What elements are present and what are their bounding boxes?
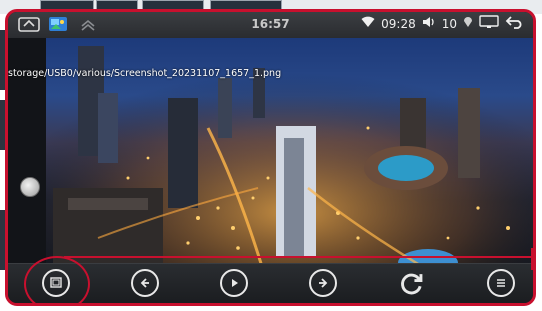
file-path-label: storage/USB0/various/Screenshot_20231107… bbox=[8, 68, 282, 79]
annotation-line bbox=[64, 256, 533, 258]
status-time: 09:28 bbox=[381, 16, 416, 31]
annotation-line bbox=[531, 248, 533, 270]
assistive-touch-button[interactable] bbox=[20, 177, 40, 197]
image-viewer[interactable]: storage/USB0/various/Screenshot_20231107… bbox=[8, 38, 533, 270]
previous-icon bbox=[140, 278, 149, 288]
annotation-circle bbox=[24, 256, 90, 303]
head-unit-screen: 16:57 09:28 10 storage/USB0/various/Scre… bbox=[5, 9, 536, 306]
menu-list-button[interactable] bbox=[487, 269, 515, 297]
location-icon bbox=[463, 16, 473, 31]
back-icon[interactable] bbox=[505, 15, 525, 32]
play-slideshow-button[interactable] bbox=[220, 269, 248, 297]
rotate-button[interactable] bbox=[398, 269, 426, 297]
volume-icon[interactable] bbox=[422, 16, 436, 31]
rotate-icon bbox=[401, 273, 423, 295]
play-icon bbox=[232, 279, 238, 287]
screen-mirror-icon[interactable] bbox=[479, 15, 499, 32]
status-bar: 16:57 09:28 10 bbox=[8, 12, 533, 38]
volume-level: 10 bbox=[441, 16, 457, 31]
wifi-icon bbox=[361, 16, 375, 31]
previous-button[interactable] bbox=[131, 269, 159, 297]
status-indicators: 09:28 10 bbox=[361, 15, 525, 32]
next-icon bbox=[319, 278, 328, 288]
menu-list-icon bbox=[497, 279, 505, 287]
next-button[interactable] bbox=[309, 269, 337, 297]
viewer-toolbar bbox=[8, 256, 533, 303]
